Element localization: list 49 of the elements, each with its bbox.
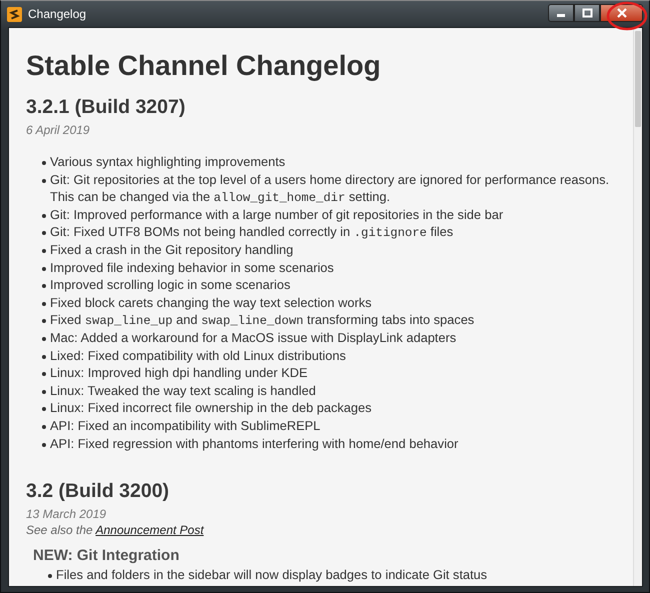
changelog-entry: Fixed swap_line_up and swap_line_down transforming tabs into spaces: [50, 311, 474, 329]
bullet-icon: [42, 336, 46, 341]
bullet-icon: [42, 214, 46, 218]
release-heading: 3.2.1 (Build 3207): [26, 96, 186, 119]
close-icon: [616, 8, 626, 18]
bullet-icon: [42, 161, 46, 165]
window-title: Changelog: [28, 7, 86, 21]
scrollbar[interactable]: [633, 28, 642, 586]
bullet-icon: [42, 424, 46, 429]
bullet-icon: [42, 407, 46, 412]
bullet-icon: [42, 231, 46, 236]
release-date: 13 March 2019: [26, 507, 108, 522]
changelog-entry: Various syntax highlighting improvements: [50, 153, 286, 171]
bullet-icon: [42, 178, 46, 183]
section-heading: NEW: Git Integration: [33, 547, 180, 564]
maximize-button[interactable]: [574, 4, 600, 22]
changelog-entry: Fixed a crash in the Git repository handling: [50, 240, 294, 259]
changelog-entry: Git: Fixed UTF8 BOMs not being handled correctly in .gitignore files: [50, 223, 454, 241]
release-date: 6 April 2019: [26, 123, 91, 137]
changelog-entry: Linux: Fixed incorrect file ownership in the deb packages: [50, 399, 372, 417]
page-heading: Stable Channel Changelog: [26, 50, 382, 82]
changelog-entry: Mac: Added a workaround for a MacOS issue with DisplayLink adapters: [50, 328, 456, 347]
changelog-entry: API: Fixed regression with phantoms interfering with home/end behavior: [50, 434, 458, 452]
changelog-entry: API: Fixed an incompatibility with SublimeREPL: [50, 416, 320, 434]
bullet-icon: [42, 442, 46, 446]
bullet-icon: [42, 302, 46, 306]
changelog-entry: Fixed block carets changing the way text selection works: [50, 294, 372, 312]
announcement-link[interactable]: Announcement Post: [96, 523, 204, 538]
changelog-entry: Linux: Tweaked the way text scaling is handled: [50, 382, 316, 400]
bullet-icon: [42, 284, 46, 288]
bullet-icon: [42, 390, 46, 394]
bullet-icon: [42, 354, 46, 359]
changelog-entry: Improved scrolling logic in some scenarios: [50, 276, 290, 294]
bullet-icon: [42, 266, 46, 271]
minimize-button[interactable]: [548, 4, 574, 22]
maximize-icon: [582, 8, 592, 18]
bullet-icon: [42, 248, 46, 253]
changelog-entry: Git: Git repositories at the top level of a users home directory are ignored for performance reasons. This can be changed via the allow_git_home_dir setting.: [50, 170, 610, 206]
changelog-entry: Lixed: Fixed compatibility with old Linux distributions: [50, 346, 346, 364]
changelog-entry: Linux: Improved high dpi handling under KDE: [50, 364, 308, 382]
see-also-text: See also the: [26, 523, 93, 538]
bullet-icon: [42, 319, 46, 324]
changelog-entry: Git: Improved performance with a large number of git repositories in the side bar: [50, 206, 504, 224]
bullet-icon: [48, 574, 52, 578]
changelog-entry: Improved file indexing behavior in some scenarios: [50, 258, 334, 276]
changelog-entry: Files and folders in the sidebar will now display badges to indicate Git status: [56, 566, 488, 584]
release-heading: 3.2 (Build 3200): [26, 480, 170, 504]
app-logo-icon: [7, 6, 22, 22]
bullet-icon: [42, 372, 46, 376]
